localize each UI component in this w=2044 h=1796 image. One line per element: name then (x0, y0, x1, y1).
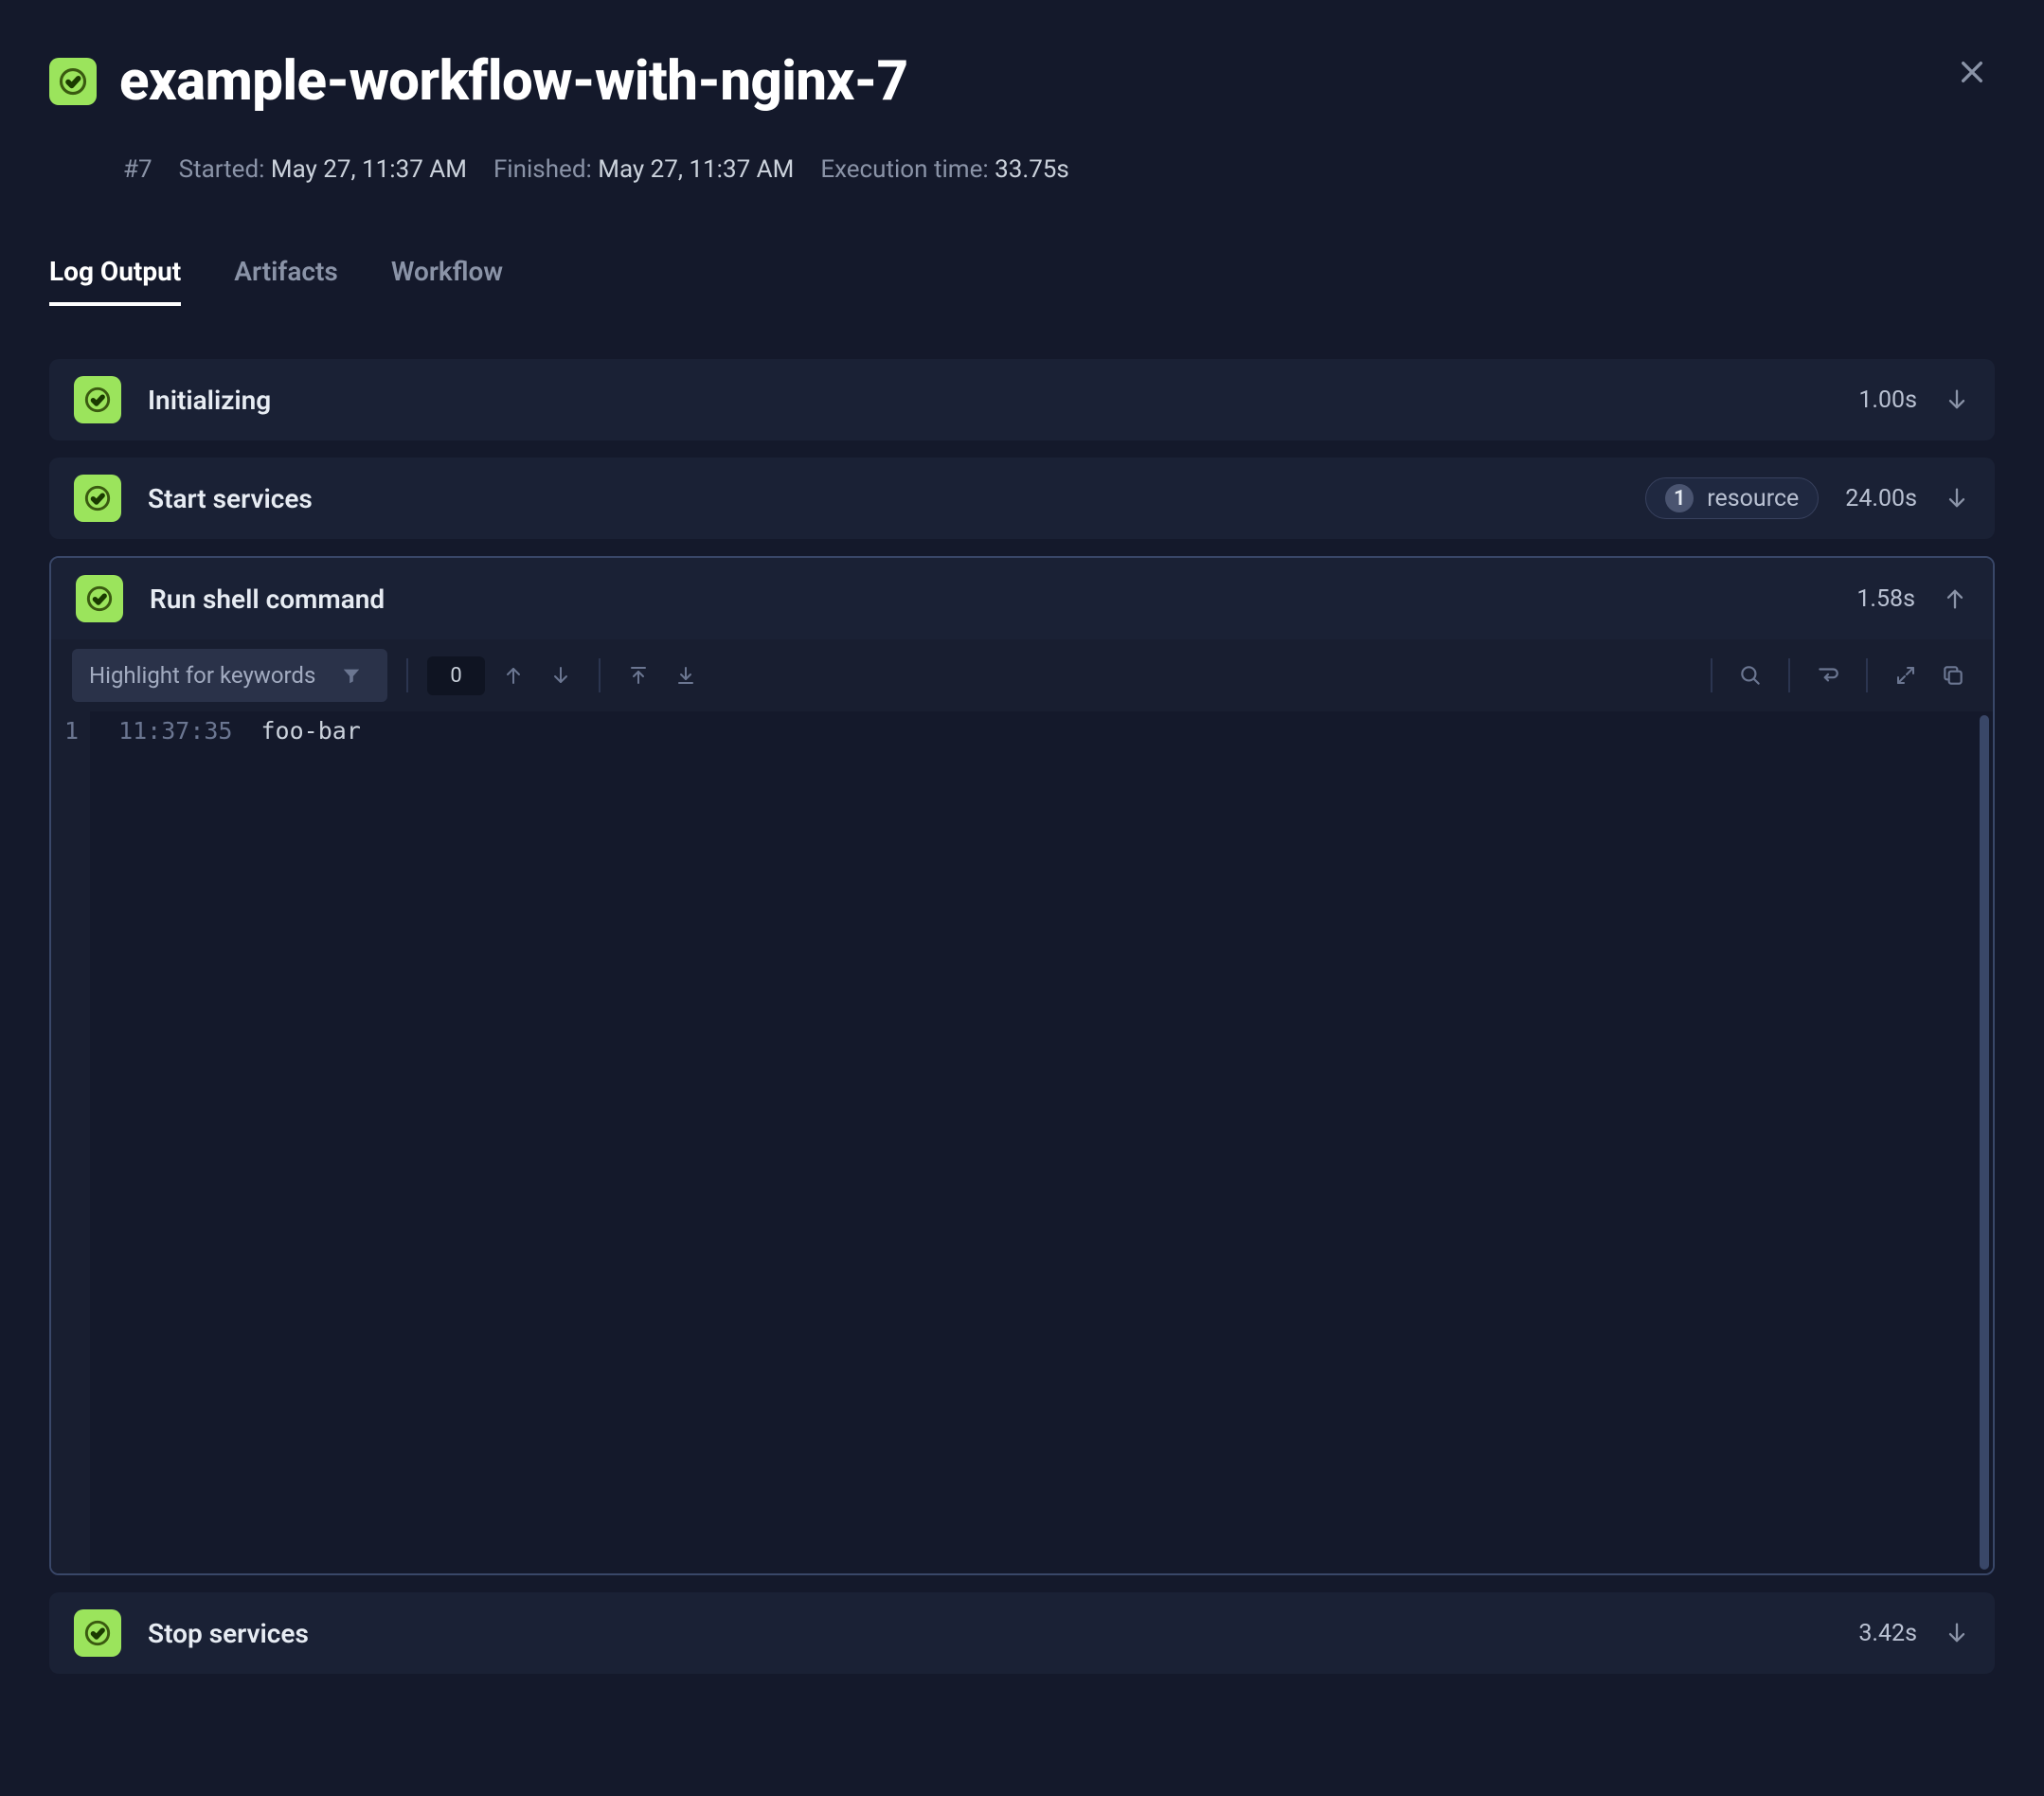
started-time: Started: May 27, 11:37 AM (179, 155, 467, 184)
page-header: example-workflow-with-nginx-7 #7 Started… (49, 49, 1995, 184)
status-success-icon (74, 475, 121, 522)
expand-button[interactable] (1887, 656, 1925, 694)
tabs: Log Output Artifacts Workflow (49, 256, 1995, 306)
status-success-icon (74, 1609, 121, 1657)
scrollbar[interactable] (1976, 711, 1993, 1573)
step-duration: 24.00s (1845, 485, 1917, 512)
scroll-top-icon (627, 664, 650, 687)
log-message: foo-bar (260, 717, 360, 1568)
status-success-icon (74, 376, 121, 423)
resource-count: 1 (1665, 484, 1694, 512)
step-title: Run shell command (150, 584, 1830, 615)
search-button[interactable] (1731, 656, 1769, 694)
close-button[interactable] (1949, 49, 1995, 95)
scroll-top-button[interactable] (619, 656, 657, 694)
tab-artifacts[interactable]: Artifacts (234, 256, 338, 306)
step-title: Stop services (148, 1618, 1832, 1649)
divider (1788, 658, 1790, 692)
search-icon (1738, 663, 1763, 688)
step-initializing[interactable]: Initializing 1.00s (49, 359, 1995, 440)
divider (406, 658, 408, 692)
filter-icon (332, 656, 370, 694)
wrap-icon (1816, 663, 1840, 688)
status-success-icon (49, 58, 97, 105)
next-match-button[interactable] (542, 656, 580, 694)
run-number: #7 (123, 155, 152, 184)
chevron-down-icon (1944, 1620, 1970, 1646)
workflow-title: example-workflow-with-nginx-7 (119, 49, 908, 114)
divider (599, 658, 601, 692)
steps-list: Initializing 1.00s Start services 1 reso… (49, 359, 1995, 1674)
step-title: Start services (148, 483, 1619, 514)
scroll-bottom-icon (674, 664, 697, 687)
chevron-down-icon (1944, 485, 1970, 512)
scroll-bottom-button[interactable] (667, 656, 705, 694)
resource-badge[interactable]: 1 resource (1645, 477, 1819, 519)
chevron-down-icon (1944, 386, 1970, 413)
status-success-icon (76, 575, 123, 622)
wrap-button[interactable] (1809, 656, 1847, 694)
close-icon (1957, 57, 1987, 87)
step-duration: 3.42s (1858, 1620, 1917, 1647)
tab-log-output[interactable]: Log Output (49, 256, 181, 306)
tab-workflow[interactable]: Workflow (391, 256, 503, 306)
highlight-input[interactable]: Highlight for keywords (72, 649, 387, 702)
finished-time: Finished: May 27, 11:37 AM (493, 155, 794, 184)
log-viewer: 1 11:37:35 foo-bar (51, 711, 1993, 1573)
execution-time: Execution time: 33.75s (820, 155, 1069, 184)
highlight-placeholder: Highlight for keywords (89, 662, 315, 689)
log-timestamp: 11:37:35 (90, 717, 232, 1568)
line-number: 1 (51, 711, 90, 1573)
scroll-thumb[interactable] (1980, 715, 1989, 1570)
copy-icon (1941, 663, 1965, 688)
arrow-up-icon (502, 664, 525, 687)
step-duration: 1.58s (1856, 585, 1915, 613)
step-start-services[interactable]: Start services 1 resource 24.00s (49, 458, 1995, 539)
copy-button[interactable] (1934, 656, 1972, 694)
divider (1711, 658, 1712, 692)
step-run-shell-expanded: Run shell command 1.58s Highlight for ke… (49, 556, 1995, 1575)
step-run-shell[interactable]: Run shell command 1.58s (51, 558, 1993, 639)
match-counter: 0 (427, 656, 484, 695)
arrow-down-icon (549, 664, 572, 687)
divider (1866, 658, 1868, 692)
log-toolbar: Highlight for keywords 0 (51, 639, 1993, 711)
chevron-up-icon (1942, 585, 1968, 612)
step-title: Initializing (148, 385, 1832, 416)
prev-match-button[interactable] (494, 656, 532, 694)
step-duration: 1.00s (1858, 386, 1917, 414)
step-stop-services[interactable]: Stop services 3.42s (49, 1592, 1995, 1674)
log-line: 11:37:35 foo-bar (90, 711, 1976, 1573)
run-metadata: #7 Started: May 27, 11:37 AM Finished: M… (123, 155, 1927, 184)
expand-icon (1894, 664, 1917, 687)
resource-label: resource (1707, 485, 1799, 512)
